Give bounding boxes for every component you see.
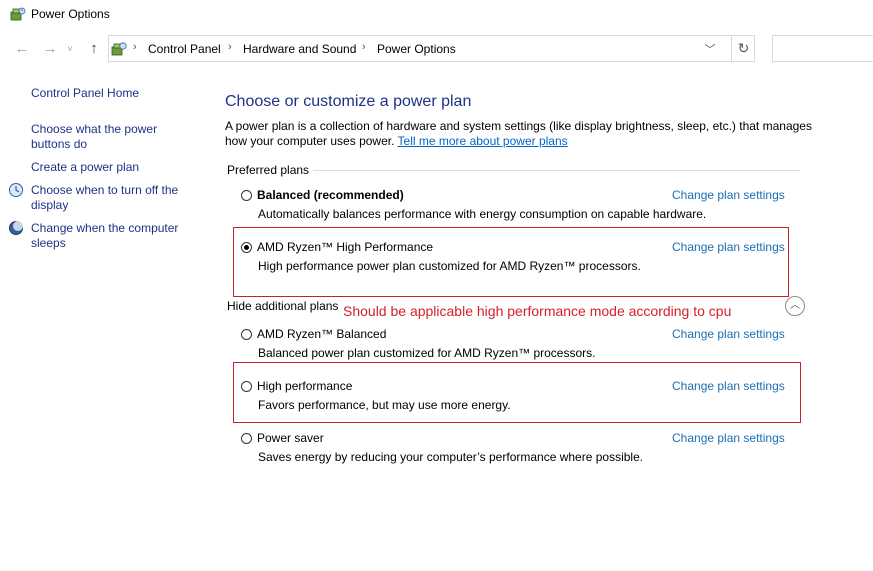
change-plan-settings-link[interactable]: Change plan settings [672,379,785,393]
plan-radio-amd-balanced[interactable] [241,329,252,340]
sidebar-item-label: display [31,198,69,212]
change-plan-settings-link[interactable]: Change plan settings [672,327,785,341]
title-bar [0,0,873,30]
refresh-icon[interactable]: ↻ [731,36,755,61]
hide-additional-plans-label[interactable]: Hide additional plans [227,299,343,313]
plan-name-amd-balanced[interactable]: AMD Ryzen™ Balanced [257,327,386,341]
plan-description-amd-balanced: Balanced power plan customized for AMD R… [258,346,596,360]
plan-name-amd-high-performance[interactable]: AMD Ryzen™ High Performance [257,240,433,254]
change-plan-settings-link[interactable]: Change plan settings [672,240,785,254]
monitor-icon [8,182,24,198]
breadcrumb-separator-icon[interactable]: › [133,41,137,53]
page-title: Choose or customize a power plan [225,93,472,110]
breadcrumb-separator-icon[interactable]: › [228,41,232,53]
sidebar-item-label: sleeps [31,236,66,250]
plan-radio-amd-high-performance[interactable] [241,242,252,253]
breadcrumb-power-options[interactable]: Power Options [377,42,456,56]
plan-name-power-saver[interactable]: Power saver [257,431,324,445]
moon-icon [8,220,24,236]
forward-arrow-icon[interactable]: → [40,38,60,60]
sidebar-item-computer-sleeps[interactable]: Change when the computer sleeps [31,221,178,251]
annotation-text: Should be applicable high performance mo… [343,303,732,319]
sidebar-item-power-buttons[interactable]: Choose what the power buttons do [31,122,157,152]
search-input[interactable] [772,35,873,62]
collapse-chevron-up-icon[interactable]: ︿ [785,296,805,316]
power-options-icon [10,6,26,22]
sidebar-item-label: Choose what the power [31,122,158,136]
sidebar-item-label: Change when the computer [31,221,179,235]
up-arrow-icon[interactable]: ↑ [84,38,104,60]
plan-radio-power-saver[interactable] [241,433,252,444]
plan-description-high-performance: Favors performance, but may use more ene… [258,398,511,412]
plan-description-balanced: Automatically balances performance with … [258,207,707,221]
breadcrumb-hardware-and-sound[interactable]: Hardware and Sound [243,42,356,56]
sidebar-item-label: Choose when to turn off the [31,183,179,197]
plan-radio-balanced[interactable] [241,190,252,201]
window-title: Power Options [31,7,110,21]
plan-description-power-saver: Saves energy by reducing your computer’s… [258,450,644,464]
control-panel-icon [110,40,128,58]
preferred-plans-label: Preferred plans [227,163,314,177]
page-description: A power plan is a collection of hardware… [225,119,825,149]
plan-name-high-performance[interactable]: High performance [257,379,352,393]
plan-radio-high-performance[interactable] [241,381,252,392]
back-arrow-icon[interactable]: ← [12,38,32,60]
plan-name-balanced[interactable]: Balanced (recommended) [257,188,404,202]
address-dropdown-chevron-down-icon[interactable]: ﹀ [700,41,720,57]
recent-locations-chevron-down-icon[interactable]: ˅ [63,38,77,60]
breadcrumb-separator-icon[interactable]: › [362,41,366,53]
learn-more-link[interactable]: Tell me more about power plans [398,134,568,148]
sidebar-item-turn-off-display[interactable]: Choose when to turn off the display [31,183,178,213]
sidebar-item-control-panel-home[interactable]: Control Panel Home [31,86,139,101]
sidebar-item-create-power-plan[interactable]: Create a power plan [31,160,139,175]
breadcrumb-control-panel[interactable]: Control Panel [148,42,221,56]
change-plan-settings-link[interactable]: Change plan settings [672,188,785,202]
change-plan-settings-link[interactable]: Change plan settings [672,431,785,445]
plan-description-amd-high-performance: High performance power plan customized f… [258,259,641,273]
sidebar-item-label: buttons do [31,137,88,151]
